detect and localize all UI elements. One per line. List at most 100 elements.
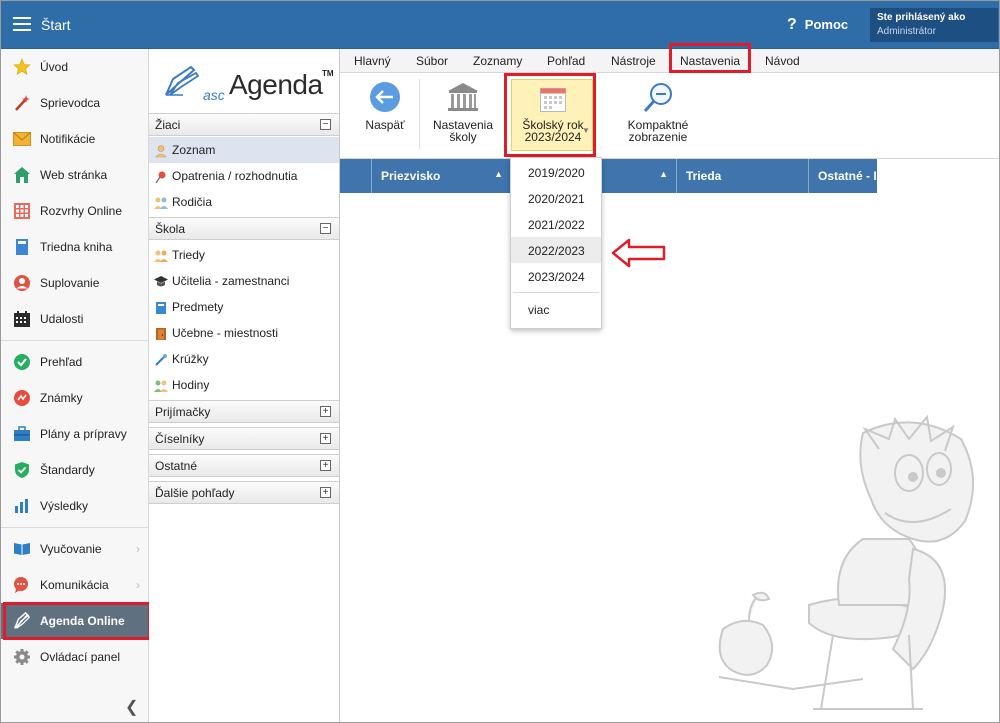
section-dalsie-pohlady[interactable]: Ďalšie pohľady +	[149, 481, 339, 504]
nav-item-label: Suplovanie	[40, 276, 100, 290]
tab-subor[interactable]: Súbor	[416, 54, 448, 68]
parents-icon	[153, 195, 169, 211]
book-icon	[13, 238, 31, 256]
pin-icon	[153, 169, 169, 185]
highlight-box	[504, 73, 596, 157]
expand-toggle-icon[interactable]: +	[320, 433, 331, 444]
nav-skola-predmety[interactable]: Predmety	[149, 294, 339, 320]
nav-item-vysledky[interactable]: Výsledky	[1, 488, 148, 524]
column-header-trieda[interactable]: Trieda	[677, 159, 809, 193]
sub-item-label: Učitelia - zamestnanci	[172, 274, 290, 288]
year-option-2022-2023[interactable]: 2022/2023	[511, 237, 601, 263]
school-settings-button[interactable]: Nastavenia školy	[428, 81, 498, 143]
nav-skola-ucebne[interactable]: Učebne - miestnosti	[149, 320, 339, 346]
expand-toggle-icon[interactable]: +	[320, 487, 331, 498]
pen-logo-icon	[165, 65, 199, 96]
nav-skola-triedy[interactable]: Triedy	[149, 242, 339, 268]
nav-item-ovladaci-panel[interactable]: Ovládací panel	[1, 639, 148, 675]
nav-item-label: Udalosti	[40, 312, 84, 326]
section-prijimacky[interactable]: Prijímačky +	[149, 400, 339, 423]
nav-skola-kruzky[interactable]: Krúžky	[149, 346, 339, 372]
ribbon-toolbar: Naspäť Nastavenia školy Kompaktné zobraz…	[340, 73, 999, 159]
year-option-2021-2022[interactable]: 2021/2022	[511, 211, 601, 237]
tab-pohlad[interactable]: Pohľad	[547, 54, 585, 68]
magnifier-icon	[643, 83, 672, 113]
tab-navod[interactable]: Návod	[765, 54, 800, 68]
collapse-toggle-icon[interactable]: −	[320, 223, 331, 234]
user-info-box[interactable]: Ste prihlásený ako Administrátor	[870, 8, 998, 42]
tab-nastroje[interactable]: Nástroje	[611, 54, 656, 68]
nav-item-standardy[interactable]: Štandardy	[1, 452, 148, 488]
nav-item-label: Známky	[40, 391, 83, 405]
nav-ziaci-rodicia[interactable]: Rodičia	[149, 189, 339, 215]
nav-divider	[1, 340, 148, 341]
section-label: Ďalšie pohľady	[155, 486, 235, 500]
collapse-sidebar-icon[interactable]: ❮	[125, 697, 138, 717]
school-building-icon	[448, 83, 478, 111]
app-window: Štart ? Pomoc Ste prihlásený ako Administ…	[0, 0, 1000, 723]
year-option-2019-2020[interactable]: 2019/2020	[511, 159, 601, 185]
nav-item-suplovanie[interactable]: Suplovanie	[1, 265, 148, 301]
back-button[interactable]: Naspäť	[360, 81, 410, 131]
nav-ziaci-zoznam[interactable]: Zoznam	[149, 137, 339, 163]
nav-item-notifikacie[interactable]: Notifikácie	[1, 121, 148, 157]
nav-item-web-stranka[interactable]: Web stránka	[1, 157, 148, 193]
section-ciselniky[interactable]: Číselníky +	[149, 427, 339, 450]
nav-skola-ucitelia[interactable]: Učitelia - zamestnanci	[149, 268, 339, 294]
section-label: Číselníky	[155, 432, 205, 446]
lessons-icon	[153, 378, 169, 394]
nav-item-plany-a-pripravy[interactable]: Plány a prípravy	[1, 416, 148, 452]
sub-item-label: Opatrenia / rozhodnutia	[172, 169, 298, 183]
tab-zoznamy[interactable]: Zoznamy	[473, 54, 522, 68]
nav-item-triedna-kniha[interactable]: Triedna kniha	[1, 229, 148, 265]
column-header-priezvisko[interactable]: Priezvisko ▲	[372, 159, 512, 193]
shield-check-icon	[13, 461, 31, 479]
help-button[interactable]: ? Pomoc	[787, 16, 848, 34]
nav-item-znamky[interactable]: Známky	[1, 380, 148, 416]
logo-trademark: TM	[322, 69, 334, 78]
nav-ziaci-opatrenia[interactable]: Opatrenia / rozhodnutia	[149, 163, 339, 189]
grade-icon	[13, 389, 31, 407]
asc-agenda-logo: asc Agenda TM	[159, 57, 334, 109]
nav-item-agenda-online[interactable]: Agenda Online	[1, 602, 151, 640]
logo-prefix: asc	[203, 87, 225, 103]
nav-item-prehlad[interactable]: Prehľad	[1, 344, 148, 380]
nav-item-label: Plány a prípravy	[40, 427, 127, 441]
year-option-more[interactable]: viac	[511, 296, 601, 322]
app-title[interactable]: Štart	[41, 17, 71, 33]
class-icon	[153, 248, 169, 264]
envelope-icon	[13, 130, 31, 148]
expand-toggle-icon[interactable]: +	[320, 406, 331, 417]
nav-item-label: Vyučovanie	[40, 542, 102, 556]
column-header-ostatne[interactable]: Ostatné - I	[809, 159, 877, 193]
compact-view-button[interactable]: Kompaktné zobrazenie	[598, 81, 718, 143]
expand-toggle-icon[interactable]: +	[320, 460, 331, 471]
back-arrow-icon	[370, 82, 400, 112]
nav-skola-hodiny[interactable]: Hodiny	[149, 372, 339, 398]
nav-item-vyucovanie[interactable]: Vyučovanie ›	[1, 531, 148, 567]
hamburger-menu-icon[interactable]	[13, 17, 31, 31]
nav-item-sprievodca[interactable]: Sprievodca	[1, 85, 148, 121]
section-ostatne[interactable]: Ostatné +	[149, 454, 339, 477]
bar-chart-icon	[13, 497, 31, 515]
year-option-2020-2021[interactable]: 2020/2021	[511, 185, 601, 211]
column-header-select[interactable]	[340, 159, 372, 193]
nav-item-udalosti[interactable]: Udalosti	[1, 301, 148, 337]
nav-item-uvod[interactable]: Úvod	[1, 49, 148, 85]
section-ziaci[interactable]: Žiaci −	[149, 113, 339, 136]
year-option-2023-2024[interactable]: 2023/2024	[511, 263, 601, 289]
back-label: Naspäť	[365, 118, 405, 132]
calendar-icon	[13, 310, 31, 328]
ribbon-separator	[419, 79, 420, 149]
section-label: Škola	[155, 222, 186, 236]
nav-item-label: Úvod	[40, 60, 69, 74]
sub-item-label: Triedy	[172, 248, 205, 262]
collapse-toggle-icon[interactable]: −	[320, 119, 331, 130]
tab-hlavny[interactable]: Hlavný	[354, 54, 391, 68]
help-label: Pomoc	[804, 17, 849, 32]
sub-item-label: Zoznam	[172, 143, 216, 157]
house-icon	[13, 166, 31, 184]
nav-item-rozvrhy-online[interactable]: Rozvrhy Online	[1, 193, 148, 229]
nav-item-komunikacia[interactable]: Komunikácia ›	[1, 567, 148, 603]
section-skola[interactable]: Škola −	[149, 217, 339, 240]
